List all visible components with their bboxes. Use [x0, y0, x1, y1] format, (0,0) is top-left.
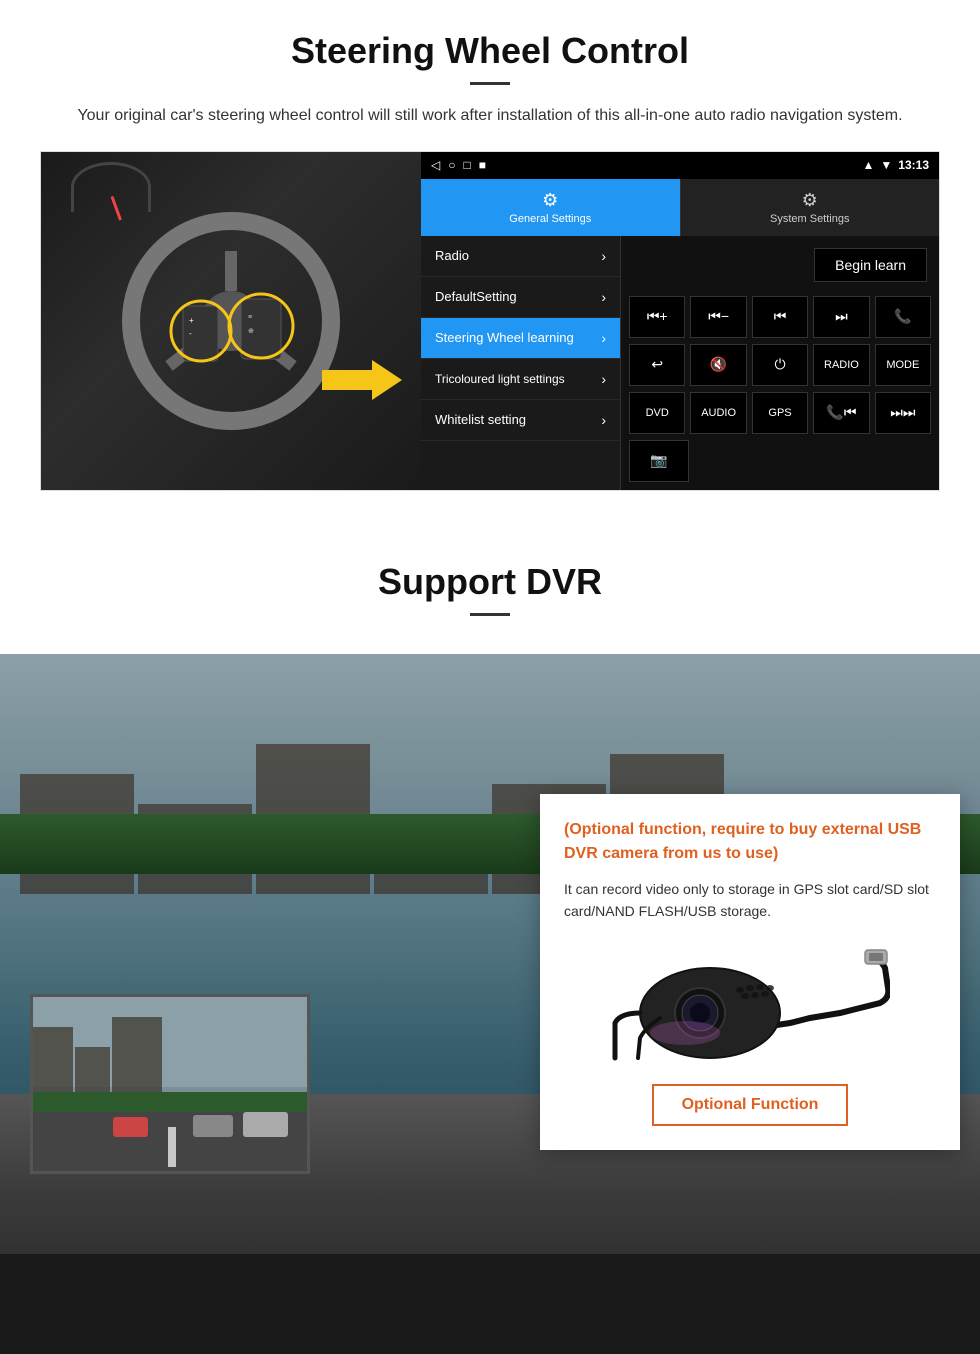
- section-description: Your original car's steering wheel contr…: [60, 103, 920, 129]
- general-settings-icon: ⚙: [542, 190, 558, 211]
- menu-default-label: DefaultSetting: [435, 289, 517, 304]
- menu-item-default[interactable]: DefaultSetting ›: [421, 277, 620, 318]
- wifi-icon: ▼: [880, 158, 892, 172]
- thumbnail-svg: [33, 997, 310, 1174]
- ctrl-camera[interactable]: 📷: [629, 440, 689, 482]
- ctrl-mode[interactable]: MODE: [875, 344, 931, 386]
- ctrl-phone-prev[interactable]: 📞⏮: [813, 392, 869, 434]
- svg-text:-: -: [189, 329, 192, 338]
- menu-icon: ■: [479, 158, 486, 172]
- dvr-section: Support DVR: [0, 531, 980, 1354]
- tab-system-settings[interactable]: ⚙ System Settings: [680, 179, 940, 236]
- tab-general-settings[interactable]: ⚙ General Settings: [421, 179, 680, 236]
- home-icon: ○: [448, 158, 455, 172]
- menu-arrow-default: ›: [601, 289, 606, 305]
- dvr-description: It can record video only to storage in G…: [564, 878, 936, 923]
- system-settings-icon: ⚙: [802, 190, 818, 211]
- android-tabs: ⚙ General Settings ⚙ System Settings: [421, 179, 939, 236]
- dashboard-gauge: [71, 162, 151, 212]
- yellow-arrow-icon: [322, 355, 402, 405]
- recent-icon: □: [463, 158, 470, 172]
- control-row-4: 📷: [629, 440, 931, 482]
- steering-wheel-svg: + - ≡ ⊕: [121, 211, 341, 431]
- ctrl-radio[interactable]: RADIO: [813, 344, 869, 386]
- svg-text:⊕: ⊕: [248, 328, 254, 335]
- menu-item-radio[interactable]: Radio ›: [421, 236, 620, 277]
- menu-item-tricolour[interactable]: Tricoloured light settings ›: [421, 359, 620, 400]
- nav-icons: ◁ ○ □ ■: [431, 158, 486, 172]
- menu-item-whitelist[interactable]: Whitelist setting ›: [421, 400, 620, 441]
- tab-general-label: General Settings: [509, 213, 591, 225]
- menu-list: Radio › DefaultSetting › Steering Wheel …: [421, 236, 621, 490]
- ctrl-mute[interactable]: 🔇: [690, 344, 746, 386]
- thumb-inner: [33, 997, 307, 1171]
- dvr-info-card: (Optional function, require to buy exter…: [540, 794, 960, 1151]
- tab-system-label: System Settings: [770, 213, 849, 225]
- steering-section: Steering Wheel Control Your original car…: [0, 0, 980, 511]
- back-icon: ◁: [431, 158, 440, 172]
- begin-learn-button[interactable]: Begin learn: [814, 248, 927, 282]
- ctrl-hangup[interactable]: ↩: [629, 344, 685, 386]
- control-row-1: ⏮+ ⏮− ⏮ ⏭ 📞: [629, 296, 931, 338]
- ctrl-audio[interactable]: AUDIO: [690, 392, 746, 434]
- menu-whitelist-label: Whitelist setting: [435, 412, 526, 427]
- dvr-camera-svg: [610, 938, 890, 1068]
- svg-text:+: +: [189, 316, 194, 325]
- ctrl-dvd[interactable]: DVD: [629, 392, 685, 434]
- ctrl-gps[interactable]: GPS: [752, 392, 808, 434]
- menu-radio-label: Radio: [435, 248, 469, 263]
- android-statusbar: ◁ ○ □ ■ ▲ ▼ 13:13: [421, 152, 939, 179]
- ctrl-phone[interactable]: 📞: [875, 296, 931, 338]
- ctrl-next-track[interactable]: ⏭: [813, 296, 869, 338]
- status-time: 13:13: [898, 158, 929, 172]
- android-ui-panel: ◁ ○ □ ■ ▲ ▼ 13:13 ⚙ General Settings: [421, 152, 939, 490]
- ui-body: Radio › DefaultSetting › Steering Wheel …: [421, 236, 939, 490]
- ctrl-next-combo[interactable]: ⏭⏭: [875, 392, 931, 434]
- ctrl-prev-track[interactable]: ⏮: [752, 296, 808, 338]
- menu-steering-label: Steering Wheel learning: [435, 330, 574, 345]
- steering-composite: + - ≡ ⊕ ◁ ○ □ ■: [40, 151, 940, 491]
- menu-arrow-radio: ›: [601, 248, 606, 264]
- optional-function-button[interactable]: Optional Function: [652, 1084, 849, 1126]
- ctrl-power[interactable]: ⏻: [752, 344, 808, 386]
- controls-panel: Begin learn ⏮+ ⏮− ⏮ ⏭ 📞 ↩ 🔇 ⏻: [621, 236, 939, 490]
- signal-icon: ▲: [863, 158, 875, 172]
- control-row-3: DVD AUDIO GPS 📞⏮ ⏭⏭: [629, 392, 931, 434]
- dvr-title-area: Support DVR: [0, 531, 980, 654]
- ctrl-vol-up[interactable]: ⏮+: [629, 296, 685, 338]
- steering-wheel-photo: + - ≡ ⊕: [41, 152, 421, 490]
- menu-arrow-tricolour: ›: [601, 371, 606, 387]
- dvr-title-divider: [470, 613, 510, 616]
- svg-text:≡: ≡: [248, 314, 252, 321]
- optional-function-btn-wrapper: Optional Function: [564, 1084, 936, 1126]
- dvr-camera-illustration: [564, 938, 936, 1068]
- section-title: Steering Wheel Control: [40, 30, 940, 72]
- menu-arrow-whitelist: ›: [601, 412, 606, 428]
- menu-item-steering[interactable]: Steering Wheel learning ›: [421, 318, 620, 359]
- control-row-2: ↩ 🔇 ⏻ RADIO MODE: [629, 344, 931, 386]
- dvr-background: (Optional function, require to buy exter…: [0, 654, 980, 1354]
- dvr-dashboard-bottom: [0, 1254, 980, 1354]
- ctrl-vol-down[interactable]: ⏮−: [690, 296, 746, 338]
- menu-arrow-steering: ›: [601, 330, 606, 346]
- begin-learn-row: Begin learn: [629, 244, 931, 290]
- title-divider: [470, 82, 510, 85]
- status-right: ▲ ▼ 13:13: [863, 158, 929, 172]
- dvr-title: Support DVR: [40, 561, 940, 603]
- dvr-optional-heading: (Optional function, require to buy exter…: [564, 818, 936, 866]
- menu-tricolour-label: Tricoloured light settings: [435, 372, 565, 386]
- dvr-thumbnail-preview: [30, 994, 310, 1174]
